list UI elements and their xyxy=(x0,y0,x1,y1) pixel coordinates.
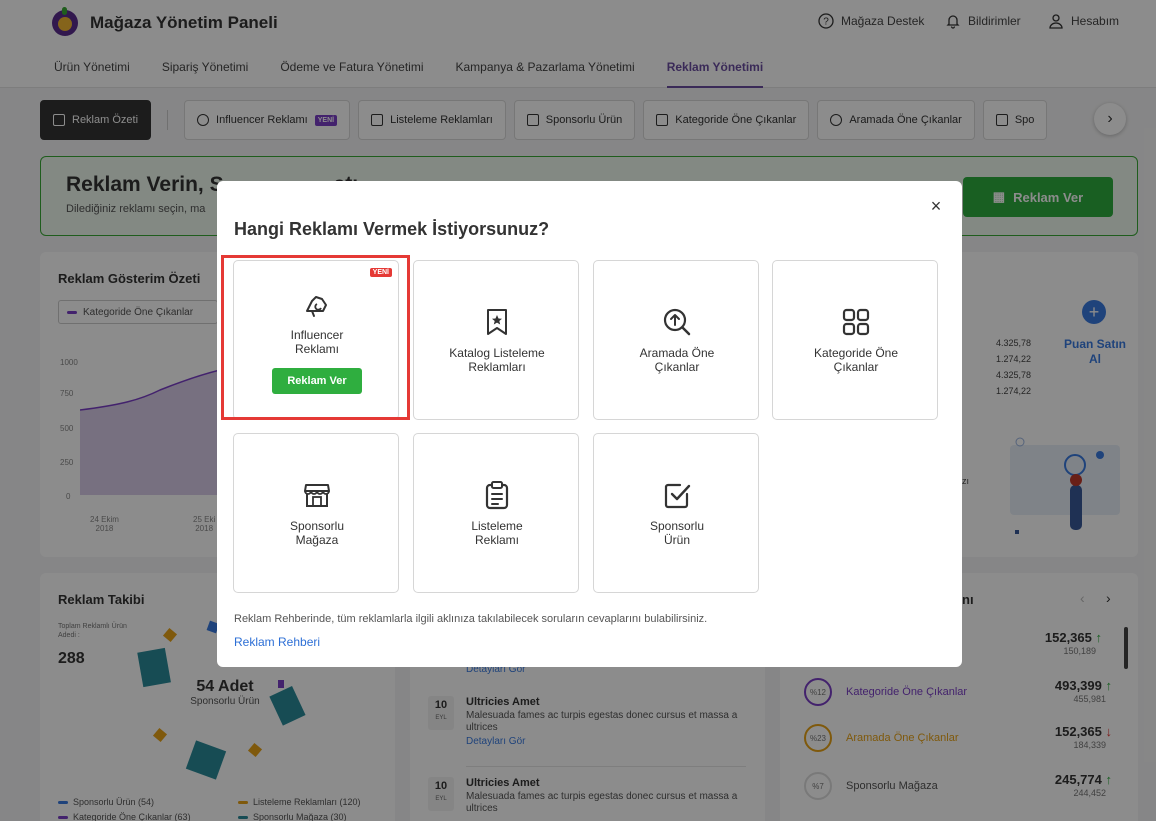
modal-close-button[interactable]: × xyxy=(927,197,945,215)
card-label: Sponsorlu Ürün xyxy=(649,519,705,547)
card-search-featured[interactable]: Aramada Öne Çıkanlar xyxy=(593,260,759,420)
close-icon: × xyxy=(930,196,942,216)
modal-title: Hangi Reklamı Vermek İstiyorsunuz? xyxy=(234,219,550,239)
bookmark-star-icon xyxy=(487,309,507,335)
card-sponsored-product[interactable]: Sponsorlu Ürün xyxy=(593,433,759,593)
checkbox-icon xyxy=(664,483,691,509)
card-listing-ad[interactable]: Listeleme Reklamı xyxy=(413,433,579,593)
modal-footer-text: Reklam Rehberinde, tüm reklamlarla ilgil… xyxy=(234,613,708,625)
card-label: Listeleme Reklamı xyxy=(471,519,523,547)
selection-highlight xyxy=(221,255,410,420)
grid-icon xyxy=(842,308,870,336)
card-label: Aramada Öne Çıkanlar xyxy=(639,346,715,374)
ad-guide-link[interactable]: Reklam Rehberi xyxy=(234,635,320,649)
card-label: Sponsorlu Mağaza xyxy=(289,519,345,547)
clipboard-icon xyxy=(485,481,509,510)
card-label: Katalog Listeleme Reklamları xyxy=(449,346,545,374)
card-sponsored-store[interactable]: Sponsorlu Mağaza xyxy=(233,433,399,593)
card-label: Kategoride Öne Çıkanlar xyxy=(813,346,899,374)
store-icon xyxy=(304,484,330,507)
card-category-featured[interactable]: Kategoride Öne Çıkanlar xyxy=(772,260,938,420)
ad-type-modal: Hangi Reklamı Vermek İstiyorsunuz? × YEN… xyxy=(217,181,962,667)
card-catalog-listing[interactable]: Katalog Listeleme Reklamları xyxy=(413,260,579,420)
search-up-icon xyxy=(663,308,691,336)
